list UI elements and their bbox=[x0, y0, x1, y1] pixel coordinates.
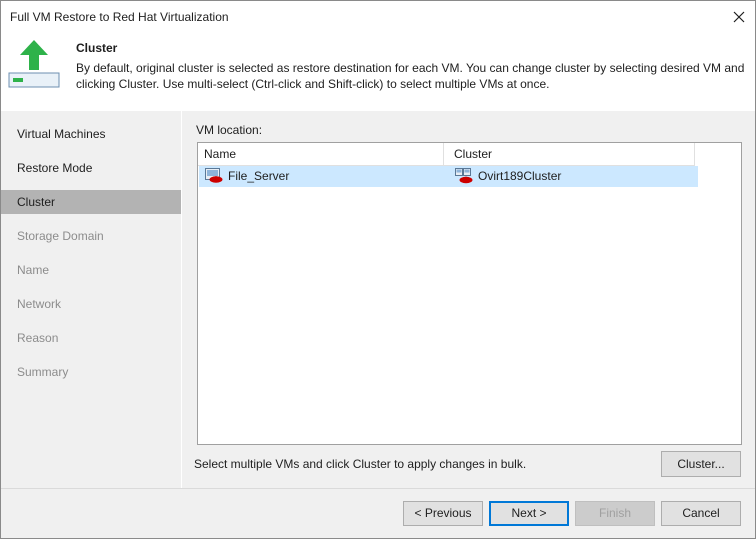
bulk-hint-text: Select multiple VMs and click Cluster to… bbox=[194, 457, 527, 471]
step-description: By default, original cluster is selected… bbox=[76, 61, 745, 91]
wizard-footer: < Previous Next > Finish Cancel bbox=[1, 488, 755, 538]
vm-location-label: VM location: bbox=[196, 123, 263, 137]
list-header: Name Cluster bbox=[198, 143, 695, 166]
wizard-content: Virtual Machines Restore Mode Cluster St… bbox=[1, 111, 755, 488]
wizard-header: Cluster By default, original cluster is … bbox=[1, 33, 755, 111]
wizard-steps-sidebar: Virtual Machines Restore Mode Cluster St… bbox=[1, 111, 182, 488]
step-storage-domain: Storage Domain bbox=[17, 229, 104, 243]
step-cluster[interactable]: Cluster bbox=[1, 190, 181, 214]
vm-location-list[interactable]: Name Cluster File_Server Ovirt189Cluster bbox=[197, 142, 742, 445]
restore-wizard-window: Full VM Restore to Red Hat Virtualizatio… bbox=[0, 0, 756, 539]
restore-upload-icon bbox=[8, 40, 60, 88]
redhat-vm-icon bbox=[205, 168, 223, 183]
main-panel: VM location: Name Cluster File_Server Ov… bbox=[182, 111, 755, 488]
step-heading: Cluster bbox=[76, 41, 118, 55]
close-button[interactable] bbox=[727, 5, 751, 29]
cluster-button[interactable]: Cluster... bbox=[661, 451, 741, 477]
column-header-cluster[interactable]: Cluster bbox=[444, 143, 695, 165]
close-icon bbox=[733, 11, 745, 23]
window-title: Full VM Restore to Red Hat Virtualizatio… bbox=[10, 10, 229, 24]
step-restore-mode[interactable]: Restore Mode bbox=[1, 156, 181, 180]
step-name: Name bbox=[17, 263, 50, 277]
next-button[interactable]: Next > bbox=[489, 501, 569, 526]
step-reason: Reason bbox=[17, 331, 59, 345]
previous-button[interactable]: < Previous bbox=[403, 501, 483, 526]
redhat-cluster-icon bbox=[455, 168, 473, 184]
cancel-button[interactable]: Cancel bbox=[661, 501, 741, 526]
table-row[interactable]: File_Server Ovirt189Cluster bbox=[199, 166, 698, 187]
step-summary: Summary bbox=[17, 365, 69, 379]
title-bar: Full VM Restore to Red Hat Virtualizatio… bbox=[1, 1, 755, 33]
vm-cluster: Ovirt189Cluster bbox=[478, 169, 562, 183]
column-header-name[interactable]: Name bbox=[198, 143, 444, 165]
step-virtual-machines[interactable]: Virtual Machines bbox=[1, 122, 181, 146]
vm-name: File_Server bbox=[228, 169, 290, 183]
step-network: Network bbox=[17, 297, 62, 311]
finish-button[interactable]: Finish bbox=[575, 501, 655, 526]
